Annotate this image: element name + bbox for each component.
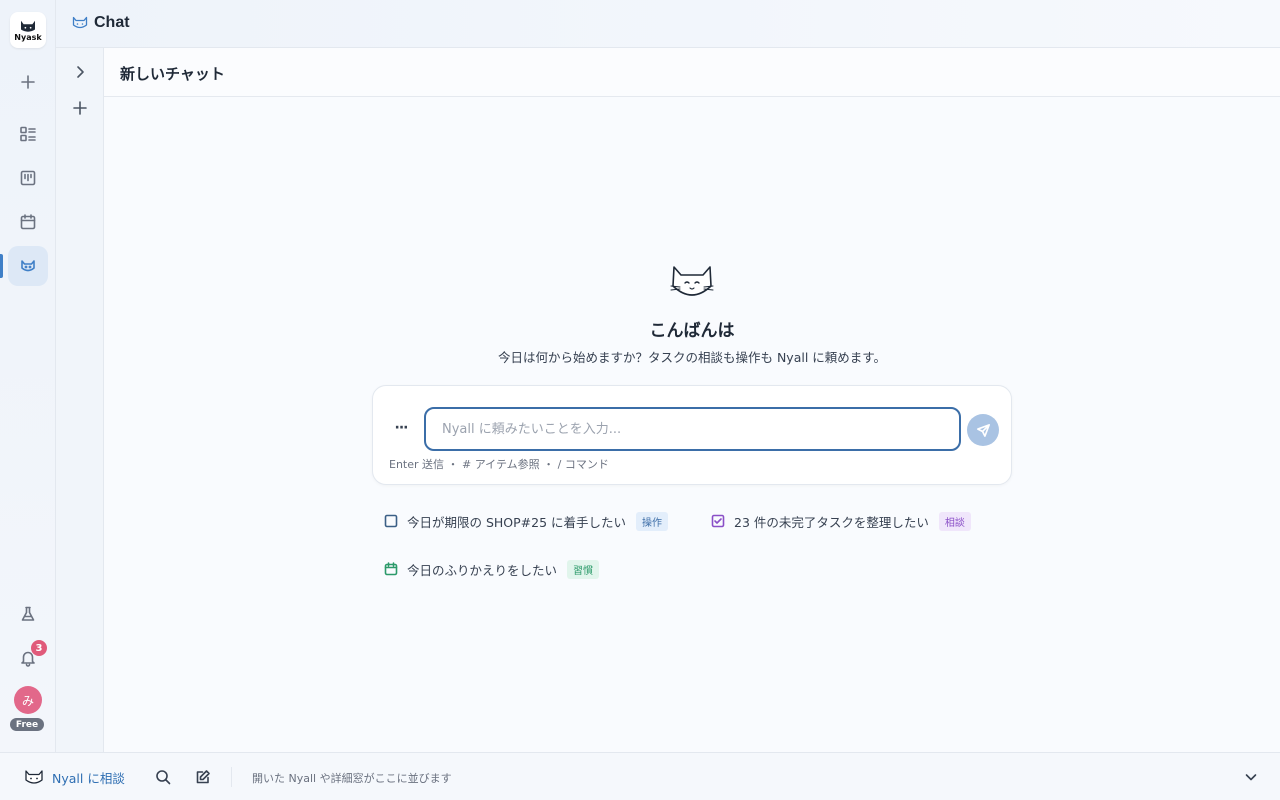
calendar-icon [20,214,36,230]
chat-main: 新しいチャット こんばんは 今日は何から始めますか？タスクの相談も操作も Nya… [104,48,1280,752]
suggestion-chip[interactable]: 今日が期限の SHOP#25 に着手したい 操作 [384,510,669,532]
chat-input[interactable] [424,407,961,451]
suggestion-text: 今日のふりかえりをしたい [407,562,558,578]
suggestion-chip[interactable]: 今日のふりかえりをしたい 習慣 [384,558,600,580]
notification-badge: 3 [31,640,47,656]
calendar-icon [384,562,398,576]
checkbox-icon [384,514,398,528]
ask-nyall-label: Nyall に相談 [52,771,125,786]
bottom-dock: Nyall に相談 開いた Nyall や詳細窓がここに並びます [0,752,1280,800]
chevron-right-icon [77,66,84,78]
chat-header: 新しいチャット [104,48,1280,97]
checked-box-icon [711,514,725,528]
greeting: こんばんは [649,321,735,341]
chat-list-column [56,48,104,752]
suggestion-text: 23 件の未完了タスクを整理したい [734,514,929,530]
greeting-subtitle: 今日は何から始めますか？タスクの相談も操作も Nyall に頼めます。 [497,350,887,365]
plus-icon [73,101,87,115]
logo-text: Nyask [14,32,42,42]
edit-icon [196,770,210,784]
flask-icon [21,606,35,621]
kanban-icon [20,170,36,186]
new-chat-button[interactable] [70,98,90,118]
cat-icon [72,16,88,29]
new-item-button[interactable] [8,62,48,102]
plus-icon [21,75,35,89]
plan-badge: Free [10,718,44,731]
expand-sidebar-button[interactable] [70,62,90,82]
page-title: Chat [94,14,130,31]
ask-nyall-button[interactable]: Nyall に相談 [24,768,125,787]
search-icon [156,770,171,785]
suggestion-tag: 操作 [636,511,669,531]
cat-icon [21,260,35,272]
cat-icon [25,770,43,784]
divider [231,767,232,787]
composer-hint: Enter 送信 ・ # アイテム参照 ・ / コマンド [389,458,609,471]
board-view-button[interactable] [8,158,48,198]
labs-button[interactable] [8,594,48,634]
chevron-down-icon [1245,774,1257,781]
top-bar: Chat [56,0,1280,48]
suggestion-tag: 相談 [938,511,971,531]
left-rail: Nyask 3 み Free [0,0,56,752]
cat-mascot-icon [670,266,714,296]
send-button[interactable] [967,414,999,446]
suggestion-text: 今日が期限の SHOP#25 に着手したい [407,514,627,530]
suggestion-tag: 習慣 [567,559,600,579]
search-button[interactable] [155,769,171,785]
calendar-view-button[interactable] [8,202,48,242]
suggestion-chip[interactable]: 23 件の未完了タスクを整理したい 相談 [711,510,971,532]
chat-composer: ··· Enter 送信 ・ # アイテム参照 ・ / コマンド [372,385,1012,485]
active-indicator [0,254,3,278]
collapse-dock-button[interactable] [1243,769,1259,785]
list-icon [20,126,36,142]
list-view-button[interactable] [8,114,48,154]
compose-button[interactable] [195,769,211,785]
more-options-button[interactable]: ··· [389,416,413,440]
send-icon [976,423,990,437]
chat-title: 新しいチャット [120,65,225,83]
dock-empty-text: 開いた Nyall や詳細窓がここに並びます [252,772,452,785]
app-logo[interactable]: Nyask [10,12,46,48]
cat-logo-icon [21,20,35,32]
avatar[interactable]: み [14,686,42,714]
chat-view-button[interactable] [8,246,48,286]
